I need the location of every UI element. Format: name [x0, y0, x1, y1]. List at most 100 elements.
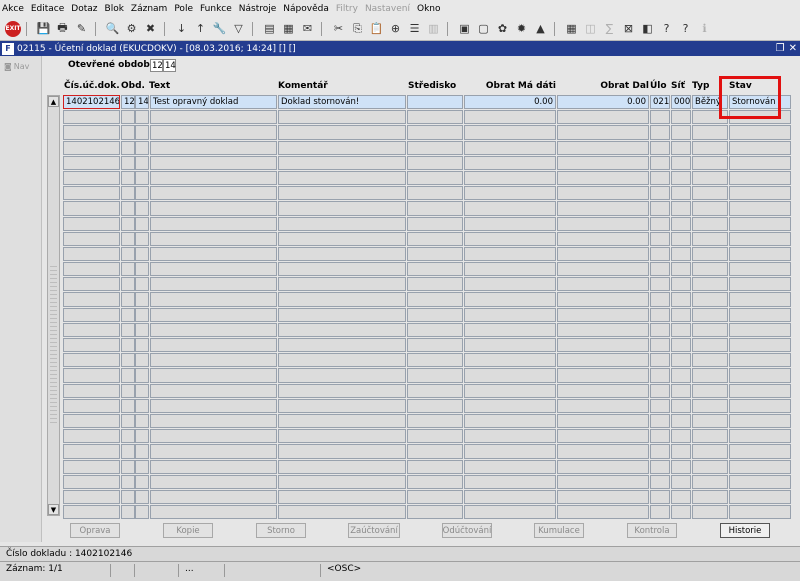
- sort-asc-icon[interactable]: ↓: [173, 20, 190, 37]
- table-cell[interactable]: [150, 262, 277, 277]
- table-cell[interactable]: [121, 353, 135, 368]
- table-cell[interactable]: [729, 262, 791, 277]
- table-cell[interactable]: [135, 505, 149, 520]
- table-cell[interactable]: [464, 262, 556, 277]
- table-cell[interactable]: [150, 474, 277, 489]
- table-cell[interactable]: [729, 474, 791, 489]
- table-cell[interactable]: [278, 383, 406, 398]
- table-cell[interactable]: [407, 489, 463, 505]
- table-row[interactable]: [63, 292, 793, 307]
- table-cell[interactable]: [135, 413, 149, 429]
- table-cell[interactable]: [278, 246, 406, 262]
- table-cell[interactable]: [464, 307, 556, 322]
- table-cell[interactable]: [729, 383, 791, 398]
- table-cell[interactable]: [407, 505, 463, 520]
- table-cell[interactable]: [150, 155, 277, 170]
- table-cell[interactable]: [63, 353, 120, 368]
- table-cell[interactable]: [464, 140, 556, 155]
- menu-item-blok[interactable]: Blok: [105, 4, 124, 14]
- table-cell[interactable]: [464, 201, 556, 216]
- table-cell[interactable]: [464, 474, 556, 489]
- table-cell[interactable]: [278, 170, 406, 186]
- table-cell[interactable]: [121, 216, 135, 231]
- table-cell[interactable]: [692, 398, 728, 413]
- table-row[interactable]: [63, 307, 793, 323]
- table-cell[interactable]: [150, 489, 277, 505]
- table-cell[interactable]: [671, 444, 691, 459]
- table-cell[interactable]: [121, 383, 135, 398]
- table-cell[interactable]: [63, 413, 120, 429]
- table-cell[interactable]: [63, 216, 120, 231]
- table-cell[interactable]: [407, 353, 463, 368]
- table-cell[interactable]: [671, 338, 691, 353]
- gear-icon[interactable]: ✿: [494, 20, 511, 37]
- table-cell[interactable]: [557, 110, 649, 125]
- clear-icon[interactable]: ✎: [73, 20, 90, 37]
- help-icon[interactable]: ?: [658, 20, 675, 37]
- table-cell[interactable]: [121, 474, 135, 489]
- table-cell[interactable]: [671, 186, 691, 201]
- table-cell[interactable]: [557, 459, 649, 474]
- table-cell[interactable]: [135, 216, 149, 231]
- table-row[interactable]: [63, 201, 793, 216]
- wrench-icon[interactable]: 🔧: [211, 20, 228, 37]
- table-cell[interactable]: [650, 292, 670, 307]
- table-cell[interactable]: [650, 201, 670, 216]
- table-cell[interactable]: [135, 338, 149, 353]
- table-row[interactable]: [63, 262, 793, 277]
- table-cell[interactable]: [121, 140, 135, 155]
- table-cell[interactable]: [121, 155, 135, 170]
- table-cell[interactable]: [464, 489, 556, 505]
- menu-item-filtry[interactable]: Filtry: [336, 4, 358, 14]
- table-cell[interactable]: [63, 368, 120, 383]
- exit-icon[interactable]: EXIT: [5, 20, 21, 37]
- table-cell[interactable]: [692, 231, 728, 246]
- table-cell[interactable]: [63, 155, 120, 170]
- table-row[interactable]: [63, 368, 793, 383]
- table-cell[interactable]: [135, 444, 149, 459]
- table-cell[interactable]: [278, 186, 406, 201]
- table-cell[interactable]: [464, 444, 556, 459]
- table-cell[interactable]: [692, 186, 728, 201]
- table-cell[interactable]: [557, 413, 649, 429]
- table-cell[interactable]: [407, 444, 463, 459]
- table-cell[interactable]: 0.00: [557, 95, 649, 110]
- oductovani-button[interactable]: Odúčtování: [442, 523, 492, 538]
- table-cell[interactable]: [135, 186, 149, 201]
- scroll-down-icon[interactable]: ▼: [48, 504, 59, 515]
- table-cell[interactable]: [650, 444, 670, 459]
- table-cell[interactable]: [671, 398, 691, 413]
- table-cell[interactable]: [63, 307, 120, 322]
- table-cell[interactable]: [671, 474, 691, 489]
- table-cell[interactable]: [464, 368, 556, 383]
- table-cell[interactable]: [121, 186, 135, 201]
- table-row[interactable]: [63, 216, 793, 232]
- table-cell[interactable]: [557, 398, 649, 413]
- table-cell[interactable]: [692, 170, 728, 186]
- table-cell[interactable]: [278, 353, 406, 368]
- table-cell[interactable]: [278, 292, 406, 307]
- table-cell[interactable]: [464, 170, 556, 186]
- table-cell[interactable]: [557, 231, 649, 246]
- table-row[interactable]: [63, 140, 793, 156]
- table-cell[interactable]: [671, 505, 691, 520]
- table-cell[interactable]: [278, 505, 406, 520]
- table-cell[interactable]: [557, 292, 649, 307]
- table-cell[interactable]: [729, 140, 791, 155]
- table-row[interactable]: [63, 444, 793, 459]
- graph-icon[interactable]: ∑: [601, 20, 618, 37]
- table-cell[interactable]: [150, 444, 277, 459]
- table-cell[interactable]: [121, 429, 135, 444]
- table-cell[interactable]: [135, 489, 149, 505]
- table-cell[interactable]: [692, 307, 728, 322]
- table-row[interactable]: [63, 170, 793, 186]
- table-row[interactable]: [63, 459, 793, 475]
- table-cell[interactable]: [135, 307, 149, 322]
- table-cell[interactable]: [278, 489, 406, 505]
- table-cell[interactable]: [557, 474, 649, 489]
- table-row[interactable]: [63, 110, 793, 125]
- table-cell[interactable]: [63, 489, 120, 505]
- table-cell[interactable]: [150, 186, 277, 201]
- sort-desc-icon[interactable]: ↑: [192, 20, 209, 37]
- table-cell[interactable]: [407, 338, 463, 353]
